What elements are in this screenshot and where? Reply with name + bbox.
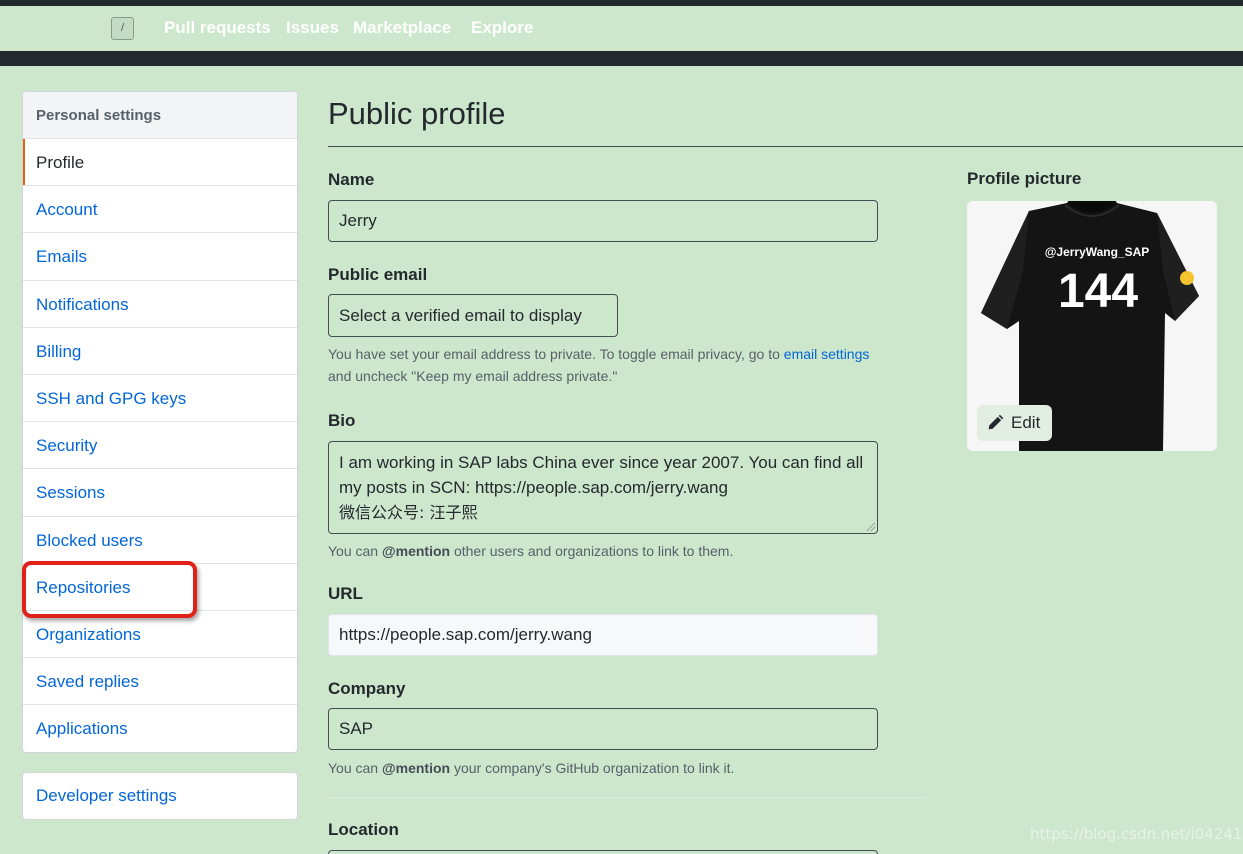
sidebar-item-applications[interactable]: Applications bbox=[23, 705, 297, 752]
location-label: Location bbox=[328, 820, 399, 839]
nav-pull-requests[interactable]: Pull requests bbox=[164, 18, 271, 38]
sidebar-item-notifications[interactable]: Notifications bbox=[23, 281, 297, 328]
sidebar-item-billing[interactable]: Billing bbox=[23, 328, 297, 375]
nav-marketplace[interactable]: Marketplace bbox=[353, 18, 451, 38]
settings-sidebar: Personal settings Profile Account Emails… bbox=[22, 91, 298, 753]
sidebar-item-account[interactable]: Account bbox=[23, 186, 297, 234]
repositories-highlight bbox=[22, 561, 197, 618]
shirt-handle: @JerryWang_SAP bbox=[1045, 245, 1150, 259]
pencil-icon bbox=[988, 414, 1004, 430]
sidebar-item-profile[interactable]: Profile bbox=[23, 139, 297, 187]
sidebar-item-security[interactable]: Security bbox=[23, 422, 297, 470]
resize-grip-icon[interactable] bbox=[867, 523, 875, 531]
bio-line: my posts in SCN: https://people.sap.com/… bbox=[339, 478, 728, 497]
bio-label: Bio bbox=[328, 411, 356, 430]
developer-settings-box: Developer settings bbox=[22, 772, 298, 820]
bio-mention-note: You can @mention other users and organiz… bbox=[328, 540, 733, 562]
email-note-text: You have set your email address to priva… bbox=[328, 346, 784, 362]
public-email-label: Public email bbox=[328, 265, 428, 284]
section-divider bbox=[328, 797, 926, 798]
mention-keyword: @mention bbox=[381, 760, 451, 776]
profile-picture-label: Profile picture bbox=[967, 169, 1082, 188]
bio-line: I am working in SAP labs China ever sinc… bbox=[339, 453, 864, 472]
sidebar-item-emails[interactable]: Emails bbox=[23, 233, 297, 281]
email-note-text-2: and uncheck "Keep my email address priva… bbox=[328, 368, 618, 384]
watermark: https://blog.csdn.net/i042416 bbox=[1030, 825, 1243, 843]
sidebar-item-developer-settings[interactable]: Developer settings bbox=[23, 773, 297, 819]
search-shortcut-key[interactable]: / bbox=[111, 17, 134, 40]
location-input[interactable] bbox=[328, 850, 878, 854]
bio-line: 微信公众号: 汪子熙 bbox=[339, 503, 478, 522]
url-input[interactable]: https://people.sap.com/jerry.wang bbox=[328, 614, 878, 656]
sidebar-item-blocked-users[interactable]: Blocked users bbox=[23, 517, 297, 564]
email-privacy-note: You have set your email address to priva… bbox=[328, 343, 928, 387]
edit-label: Edit bbox=[1011, 413, 1041, 432]
shirt-number: 144 bbox=[1058, 265, 1138, 318]
company-note-text-2: your company's GitHub organization to li… bbox=[450, 760, 735, 776]
public-email-select[interactable]: Select a verified email to display bbox=[328, 294, 618, 337]
name-input[interactable]: Jerry bbox=[328, 200, 878, 242]
sidebar-header: Personal settings bbox=[23, 92, 297, 139]
company-note-text: You can bbox=[328, 760, 382, 776]
company-mention-note: You can @mention your company's GitHub o… bbox=[328, 757, 734, 779]
header-band bbox=[0, 51, 1243, 66]
company-input[interactable]: SAP bbox=[328, 708, 878, 750]
bio-note-text: You can bbox=[328, 543, 382, 559]
sidebar-item-saved-replies[interactable]: Saved replies bbox=[23, 658, 297, 706]
bio-textarea[interactable]: I am working in SAP labs China ever sinc… bbox=[328, 441, 878, 534]
company-label: Company bbox=[328, 679, 406, 698]
top-navigation: / Pull requests Issues Marketplace Explo… bbox=[0, 6, 1243, 51]
sidebar-item-ssh-gpg-keys[interactable]: SSH and GPG keys bbox=[23, 375, 297, 423]
bio-note-text-2: other users and organizations to link to… bbox=[450, 543, 734, 559]
title-divider bbox=[328, 146, 1243, 147]
sidebar-item-sessions[interactable]: Sessions bbox=[23, 469, 297, 517]
url-label: URL bbox=[328, 584, 363, 603]
edit-picture-button[interactable]: Edit bbox=[977, 405, 1052, 441]
page-title: Public profile bbox=[328, 96, 506, 131]
nav-issues[interactable]: Issues bbox=[286, 18, 339, 38]
name-label: Name bbox=[328, 170, 375, 189]
nav-explore[interactable]: Explore bbox=[471, 18, 533, 38]
mention-keyword: @mention bbox=[381, 543, 451, 559]
email-settings-link[interactable]: email settings bbox=[784, 346, 870, 362]
